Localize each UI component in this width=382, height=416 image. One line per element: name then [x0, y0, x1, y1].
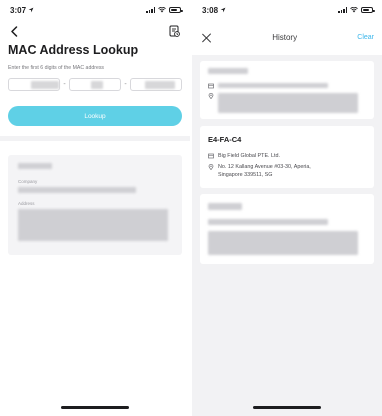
entry-address-redacted — [208, 231, 358, 255]
entry-mac: E4-FA-C4 — [208, 135, 242, 144]
mac-octet-field-3[interactable] — [130, 78, 182, 91]
nav-bar — [0, 20, 190, 42]
home-indicator — [253, 406, 321, 409]
result-mac-redacted — [18, 163, 52, 169]
location-arrow-icon — [220, 7, 226, 13]
cellular-signal-icon — [146, 7, 155, 13]
lookup-result-card: Company Address — [8, 155, 182, 255]
address-value-redacted — [18, 209, 168, 241]
lookup-button[interactable]: Lookup — [8, 106, 182, 126]
mac-input-row: - - — [0, 78, 190, 91]
history-title: History — [272, 33, 298, 42]
cellular-signal-icon — [338, 7, 347, 13]
mac-separator: - — [63, 81, 66, 88]
location-arrow-icon — [28, 7, 34, 13]
history-nav-bar: History Clear — [192, 20, 382, 55]
status-time: 3:08 — [202, 5, 219, 15]
history-entry[interactable]: E4-FA-C4 Big Field Global PTE. Ltd. No. … — [200, 126, 374, 188]
wifi-icon — [158, 7, 166, 13]
mac-octet-field-1[interactable] — [8, 78, 60, 91]
entry-mac-redacted — [208, 203, 242, 210]
wifi-icon — [350, 7, 358, 13]
history-entry-redacted[interactable] — [200, 61, 374, 119]
building-icon — [208, 153, 214, 159]
status-bar: 3:07 — [0, 0, 190, 20]
home-indicator — [61, 406, 129, 409]
section-divider — [0, 136, 190, 141]
entry-company-redacted — [208, 219, 328, 225]
entry-company-redacted — [218, 83, 328, 88]
entry-company: Big Field Global PTE. Ltd. — [218, 153, 281, 159]
history-screen: 3:08 History Clear E4-FA-C4 Big Field Gl… — [192, 0, 382, 416]
battery-icon — [169, 7, 183, 13]
history-entry-redacted[interactable] — [200, 194, 374, 264]
mac-separator: - — [124, 81, 127, 88]
close-icon[interactable] — [202, 33, 212, 43]
address-label: Address — [18, 201, 35, 206]
battery-icon — [361, 7, 375, 13]
back-chevron-icon[interactable] — [10, 25, 18, 37]
status-bar: 3:08 — [192, 0, 382, 20]
location-pin-icon — [208, 163, 214, 170]
location-pin-icon — [208, 93, 214, 99]
building-icon — [208, 83, 214, 89]
history-icon[interactable] — [169, 25, 180, 37]
instruction-text: Enter the first 6 digits of the MAC addr… — [8, 65, 105, 71]
mac-octet-field-2[interactable] — [69, 78, 121, 91]
clear-history-button[interactable]: Clear — [357, 34, 374, 41]
status-time: 3:07 — [10, 5, 27, 15]
company-label: Company — [18, 179, 38, 184]
entry-address-redacted — [218, 93, 358, 113]
entry-address: No. 12 Kallang Avenue #03-30, Aperia, Sin… — [218, 163, 311, 178]
entry-mac-redacted — [208, 68, 248, 74]
mac-lookup-screen: 3:07 MAC Address Lookup Enter the first … — [0, 0, 190, 416]
company-value-redacted — [18, 187, 136, 193]
page-title: MAC Address Lookup — [8, 43, 139, 57]
